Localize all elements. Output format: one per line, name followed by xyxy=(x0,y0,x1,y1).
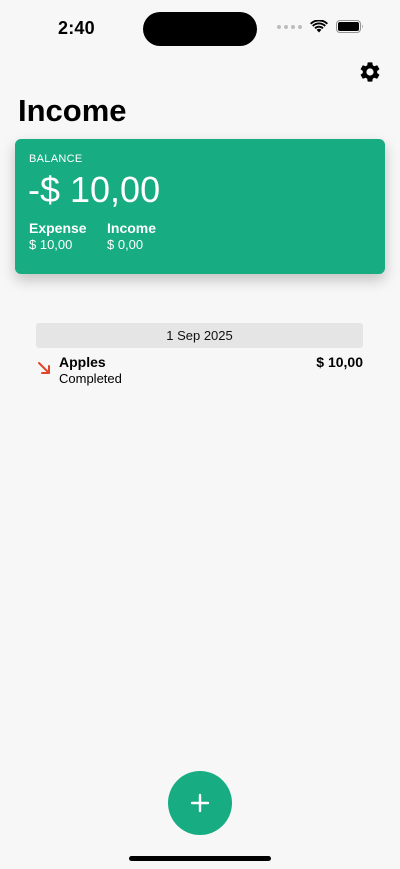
date-section-header: 1 Sep 2025 xyxy=(36,323,363,348)
income-summary: Income $ 0,00 xyxy=(107,220,156,254)
plus-icon xyxy=(190,793,210,813)
status-time: 2:40 xyxy=(58,18,95,38)
arrow-down-right-icon xyxy=(38,362,50,374)
expense-value: $ 10,00 xyxy=(29,237,73,252)
balance-amount: -$ 10,00 xyxy=(28,169,161,210)
expense-summary: Expense $ 10,00 xyxy=(29,220,87,254)
balance-label: BALANCE xyxy=(29,153,83,165)
gear-icon xyxy=(360,62,380,82)
income-label: Income xyxy=(107,220,157,236)
transaction-amount: $ 10,00 xyxy=(316,354,363,370)
status-bar: 2:40 xyxy=(0,0,400,56)
page-title: Income xyxy=(18,93,127,128)
transaction-row[interactable]: Apples Completed $ 10,00 xyxy=(36,352,363,392)
income-value: $ 0,00 xyxy=(107,237,144,252)
status-icons xyxy=(277,20,364,33)
wifi-icon xyxy=(310,20,328,33)
battery-icon xyxy=(336,20,363,33)
home-indicator xyxy=(129,856,271,861)
add-transaction-button[interactable] xyxy=(168,771,232,835)
balance-card: BALANCE -$ 10,00 Expense $ 10,00 Income … xyxy=(15,139,385,274)
transaction-name: Apples xyxy=(59,354,106,370)
settings-button[interactable] xyxy=(357,59,383,85)
dynamic-island xyxy=(143,12,257,46)
expense-label: Expense xyxy=(29,220,87,236)
signal-icon xyxy=(277,24,302,29)
transaction-status: Completed xyxy=(59,371,122,386)
